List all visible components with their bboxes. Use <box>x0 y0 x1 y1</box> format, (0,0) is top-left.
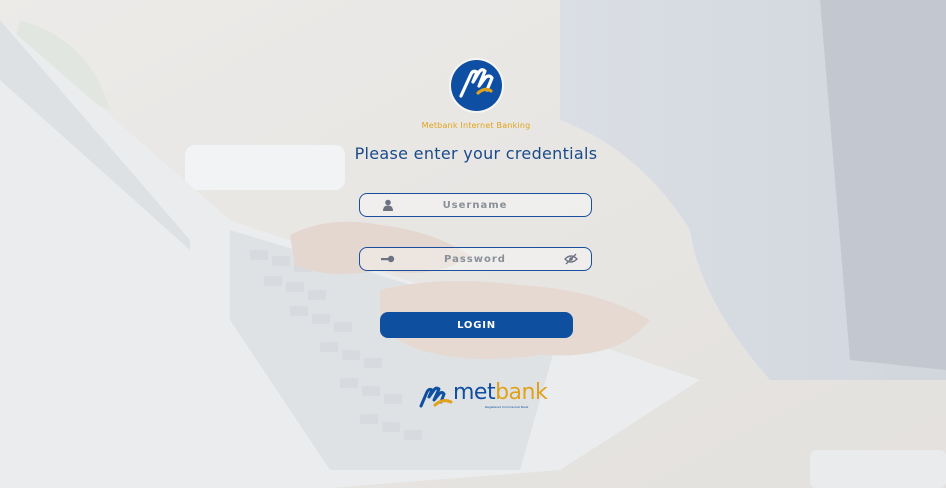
footer-logo: metbank Registered Commercial Bank <box>419 381 548 411</box>
wordmark-bank: bank <box>495 380 548 405</box>
password-input[interactable] <box>400 250 550 268</box>
username-input[interactable] <box>400 196 550 214</box>
login-panel: Metbank Internet Banking Please enter yo… <box>0 0 946 488</box>
key-icon <box>381 255 395 263</box>
footer-tagline: Registered Commercial Bank <box>485 405 529 409</box>
password-field[interactable] <box>359 247 592 271</box>
login-heading: Please enter your credentials <box>354 144 598 163</box>
login-page: Metbank Internet Banking Please enter yo… <box>0 0 946 488</box>
login-button[interactable]: LOGIN <box>380 312 573 338</box>
wordmark-met: met <box>453 380 496 405</box>
username-field[interactable] <box>359 193 592 217</box>
metbank-mark-icon <box>419 386 453 408</box>
brand-caption: Metbank Internet Banking <box>421 121 531 130</box>
footer-wordmark: metbank <box>453 380 548 405</box>
metbank-logo-icon <box>451 60 502 111</box>
eye-slash-icon[interactable] <box>564 253 578 265</box>
user-icon <box>383 199 393 211</box>
